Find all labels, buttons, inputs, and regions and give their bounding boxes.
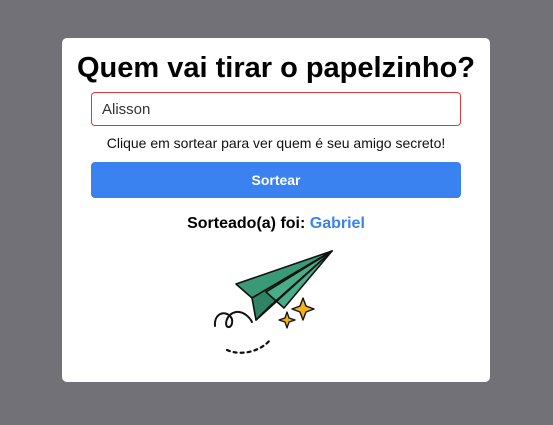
name-input[interactable]	[91, 92, 461, 126]
paper-plane-icon	[213, 250, 333, 354]
result-label: Sorteado(a) foi:	[187, 215, 306, 232]
winner-name: Gabriel	[309, 215, 365, 232]
page-title: Quem vai tirar o papelzinho?	[76, 52, 475, 84]
draw-button[interactable]: Sortear	[91, 162, 461, 198]
draw-result: Sorteado(a) foi: Gabriel	[62, 214, 490, 234]
secret-friend-card: Quem vai tirar o papelzinho? Clique em s…	[62, 38, 490, 382]
instructions-text: Clique em sortear para ver quem é seu am…	[106, 135, 446, 151]
